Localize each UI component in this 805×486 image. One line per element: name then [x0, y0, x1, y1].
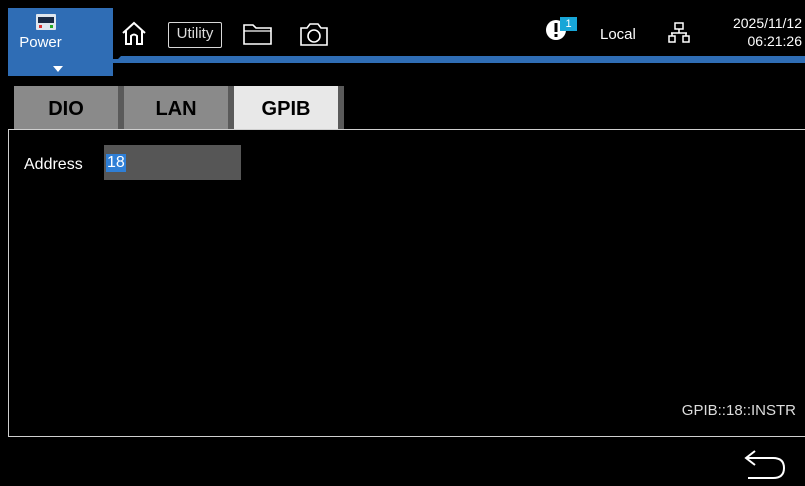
power-label: Power: [19, 34, 62, 51]
camera-icon[interactable]: [298, 20, 330, 48]
date-time: 2025/11/12 06:21:26: [700, 14, 802, 50]
home-icon[interactable]: [120, 20, 148, 46]
address-input[interactable]: 18: [104, 145, 241, 180]
back-arrow-icon[interactable]: [740, 446, 790, 482]
address-value: 18: [106, 154, 126, 172]
utility-button[interactable]: Utility: [168, 22, 222, 48]
network-icon: [668, 22, 690, 43]
folder-icon[interactable]: [242, 22, 274, 46]
power-menu-accent-bar: [100, 56, 805, 63]
tab-gpib[interactable]: GPIB: [234, 86, 344, 129]
date-label: 2025/11/12: [732, 15, 802, 31]
tab-dio[interactable]: DIO: [14, 86, 124, 129]
alert-count-badge: 1: [560, 17, 577, 31]
remote-status-label: Local: [600, 26, 636, 43]
gpib-settings-panel: Address 18 GPIB::18::INSTR: [8, 129, 805, 437]
caret-down-icon: [53, 66, 63, 72]
tab-lan[interactable]: LAN: [124, 86, 234, 129]
top-bar: Power Utility 1 Local 2025/11/12 06:21:2…: [0, 0, 805, 76]
visa-resource-string: GPIB::18::INSTR: [681, 402, 796, 419]
time-label: 06:21:26: [747, 33, 803, 49]
power-menu-button[interactable]: Power: [8, 8, 113, 76]
power-supply-icon: [36, 14, 56, 30]
address-label: Address: [24, 156, 83, 173]
